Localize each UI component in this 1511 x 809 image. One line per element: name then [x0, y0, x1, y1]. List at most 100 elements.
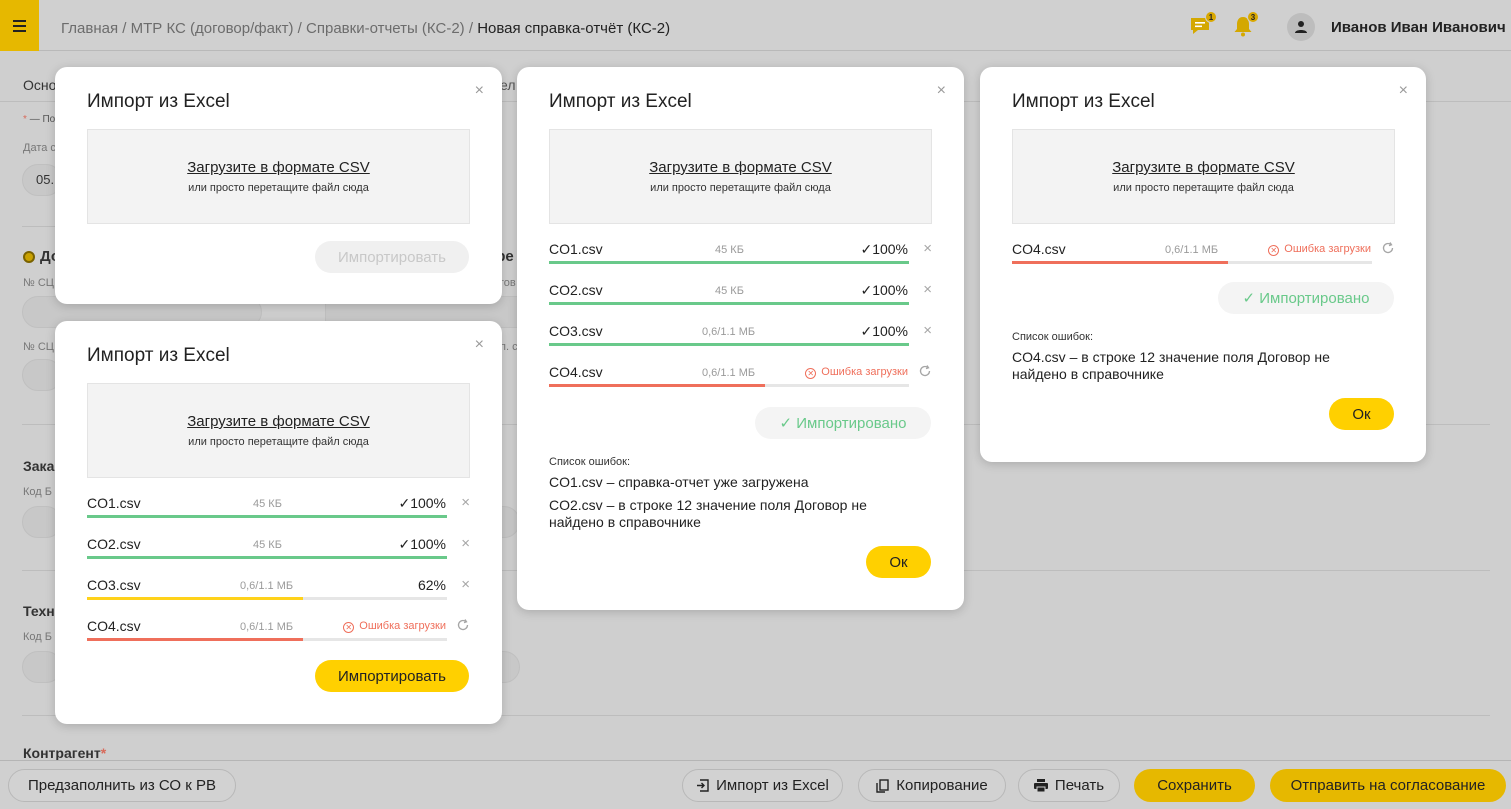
tab-other[interactable]: ел — [500, 77, 516, 93]
upload-hint: или просто перетащите файл сюда — [188, 436, 369, 448]
retry-icon[interactable] — [456, 618, 470, 636]
upload-csv-link[interactable]: Загрузите в формате CSV — [1013, 159, 1394, 176]
tab-main[interactable]: Осно — [23, 77, 56, 93]
progress-fill — [87, 515, 447, 518]
dialog-title: Импорт из Excel — [549, 91, 692, 112]
date-value: 05. — [36, 172, 55, 187]
dialog-title: Импорт из Excel — [87, 345, 230, 366]
tech-code-label: Код Б — [23, 631, 52, 643]
file-size: 0,6/1.1 МБ — [240, 621, 294, 633]
file-name: CO4.csv — [549, 364, 603, 380]
file-row: CO1.csv 45 КБ ✓100% × — [549, 241, 932, 271]
remove-file-icon[interactable]: × — [923, 323, 932, 339]
progress-track — [549, 302, 909, 305]
error-circle-icon: ✕ — [1268, 245, 1280, 256]
ok-button[interactable]: Ок — [1329, 398, 1394, 430]
check-icon: ✓ — [860, 282, 873, 298]
send-for-approval-button[interactable]: Отправить на согласование — [1270, 769, 1506, 802]
upload-error-status: ✕ Ошибка загрузки — [1268, 243, 1371, 256]
csv-dropzone[interactable]: Загрузите в формате CSV или просто перет… — [1012, 129, 1395, 224]
file-size: 0,6/1.1 МБ — [702, 326, 756, 338]
upload-csv-link[interactable]: Загрузите в формате CSV — [550, 159, 931, 176]
error-message: CO2.csv – в строке 12 значение поля Дого… — [549, 497, 867, 530]
errors-title: Список ошибок: — [549, 456, 631, 468]
messages-badge: 1 — [1205, 11, 1217, 23]
import-dialog-errors: Импорт из Excel × Загрузите в формате CS… — [517, 67, 964, 610]
breadcrumb-current: Новая справка-отчёт (КС-2) — [477, 20, 671, 37]
progress-track — [549, 261, 909, 264]
file-size: 45 КБ — [715, 285, 744, 297]
addendum-label: п. с — [500, 341, 518, 353]
breadcrumb: Главная / МТР КС (договор/факт) / Справк… — [61, 20, 671, 37]
imported-button: ✓ Импортировано — [755, 407, 931, 439]
prefill-button[interactable]: Предзаполнить из СО к РВ — [8, 769, 236, 802]
messages-icon[interactable]: 1 — [1189, 11, 1217, 37]
csv-dropzone[interactable]: Загрузите в формате CSV или просто перет… — [549, 129, 932, 224]
progress-fill — [87, 556, 447, 559]
remove-file-icon[interactable]: × — [923, 282, 932, 298]
breadcrumb-home[interactable]: Главная — [61, 20, 118, 37]
progress-track — [87, 556, 447, 559]
contract-radio[interactable] — [23, 251, 35, 263]
file-row: CO2.csv 45 КБ ✓100% × — [87, 536, 470, 566]
retry-icon[interactable] — [918, 364, 932, 382]
customer-code-label: Код Б — [23, 486, 52, 498]
upload-csv-link[interactable]: Загрузите в формате CSV — [88, 413, 469, 430]
upload-csv-link[interactable]: Загрузите в формате CSV — [88, 159, 469, 176]
file-name: CO3.csv — [87, 577, 141, 593]
file-name: CO2.csv — [549, 282, 603, 298]
app-header: Главная / МТР КС (договор/факт) / Справк… — [0, 0, 1511, 51]
progress-track — [87, 638, 447, 641]
remove-file-icon[interactable]: × — [461, 536, 470, 552]
upload-hint: или просто перетащите файл сюда — [188, 182, 369, 194]
import-button[interactable]: Импортировать — [315, 660, 469, 692]
user-icon — [1295, 21, 1307, 33]
sc-number-label: № СЦ — [23, 277, 54, 289]
remove-file-icon[interactable]: × — [461, 495, 470, 511]
hamburger-menu-button[interactable] — [0, 0, 39, 51]
upload-percent: ✓100% — [398, 536, 446, 552]
upload-hint: или просто перетащите файл сюда — [650, 182, 831, 194]
remove-file-icon[interactable]: × — [461, 577, 470, 593]
contract-label: гов — [500, 277, 516, 289]
user-name[interactable]: Иванов Иван Иванович — [1331, 19, 1506, 36]
close-icon[interactable]: × — [475, 337, 484, 353]
print-button[interactable]: Печать — [1018, 769, 1120, 802]
notifications-bell-icon[interactable]: 3 — [1231, 11, 1259, 37]
progress-fill — [549, 302, 909, 305]
copy-icon — [876, 778, 889, 793]
progress-fill — [87, 638, 303, 641]
progress-fill — [1012, 261, 1228, 264]
file-name: CO1.csv — [549, 241, 603, 257]
printer-icon — [1033, 779, 1048, 792]
copy-button[interactable]: Копирование — [858, 769, 1006, 802]
remove-file-icon[interactable]: × — [923, 241, 932, 257]
file-name: CO4.csv — [87, 618, 141, 634]
avatar[interactable] — [1287, 13, 1315, 41]
error-circle-icon: ✕ — [343, 622, 355, 633]
import-dialog-uploading: Импорт из Excel × Загрузите в формате CS… — [55, 321, 502, 724]
import-button[interactable]: Импортировать — [315, 241, 469, 273]
save-button[interactable]: Сохранить — [1134, 769, 1255, 802]
csv-dropzone[interactable]: Загрузите в формате CSV или просто перет… — [87, 383, 470, 478]
close-icon[interactable]: × — [1399, 83, 1408, 99]
error-message: CO4.csv – в строке 12 значение поля Дого… — [1012, 349, 1330, 382]
bottom-action-bar: Предзаполнить из СО к РВ Импорт из Excel… — [0, 760, 1511, 809]
file-row: CO1.csv 45 КБ ✓100% × — [87, 495, 470, 525]
retry-icon[interactable] — [1381, 241, 1395, 259]
breadcrumb-level1[interactable]: МТР КС (договор/факт) — [131, 20, 294, 37]
progress-track — [1012, 261, 1372, 264]
file-size: 45 КБ — [715, 244, 744, 256]
upload-percent: ✓100% — [860, 241, 908, 257]
progress-fill — [549, 343, 909, 346]
progress-fill — [87, 597, 303, 600]
breadcrumb-level2[interactable]: Справки-отчеты (КС-2) — [306, 20, 465, 37]
progress-track — [549, 384, 909, 387]
file-row: CO3.csv 0,6/1.1 МБ 62% × — [87, 577, 470, 607]
import-excel-button[interactable]: Импорт из Excel — [682, 769, 843, 802]
ok-button[interactable]: Ок — [866, 546, 931, 578]
close-icon[interactable]: × — [475, 83, 484, 99]
close-icon[interactable]: × — [937, 83, 946, 99]
file-name: CO3.csv — [549, 323, 603, 339]
csv-dropzone[interactable]: Загрузите в формате CSV или просто перет… — [87, 129, 470, 224]
